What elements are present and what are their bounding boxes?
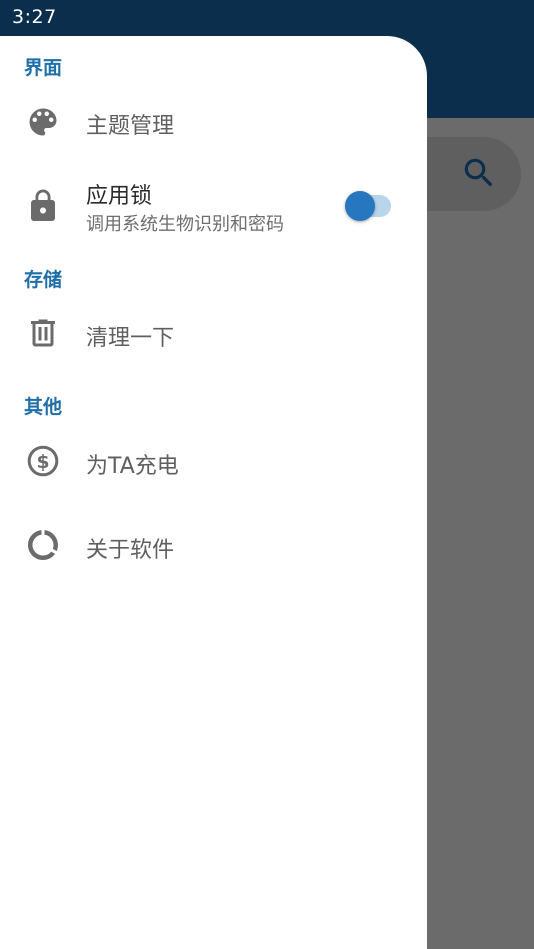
menu-item-label: 应用锁 [86,184,153,209]
menu-item-label: 关于软件 [86,538,175,563]
section-header-other: 其他 [24,396,63,418]
menu-item-subtitle: 调用系统生物识别和密码 [86,214,284,235]
status-bar: 3:27 [0,0,534,36]
menu-item-label: 为TA充电 [86,454,179,479]
search-icon[interactable] [460,154,498,192]
svg-text:$: $ [36,452,49,473]
about-icon [28,530,58,560]
menu-item-label: 清理一下 [86,326,175,351]
menu-item-label: 主题管理 [86,114,175,139]
lock-icon [31,189,55,221]
menu-item-about[interactable]: 关于软件 [0,510,427,582]
section-header-interface: 界面 [24,57,63,79]
menu-item-theme-manage[interactable]: 主题管理 [0,86,427,158]
menu-item-app-lock[interactable]: 应用锁 调用系统生物识别和密码 [0,166,427,246]
navigation-drawer: 界面 主题管理 应用锁 调用系统生物识别和密码 存储 清理一下 其他 $ 为TA… [0,36,427,949]
trash-icon [31,319,55,347]
toggle-thumb[interactable] [345,191,375,221]
menu-item-clean-up[interactable]: 清理一下 [0,298,427,370]
section-header-storage: 存储 [24,269,63,291]
coin-icon: $ [27,445,59,477]
menu-item-donate[interactable]: $ 为TA充电 [0,426,427,498]
status-time: 3:27 [12,6,57,28]
palette-icon [29,108,57,136]
